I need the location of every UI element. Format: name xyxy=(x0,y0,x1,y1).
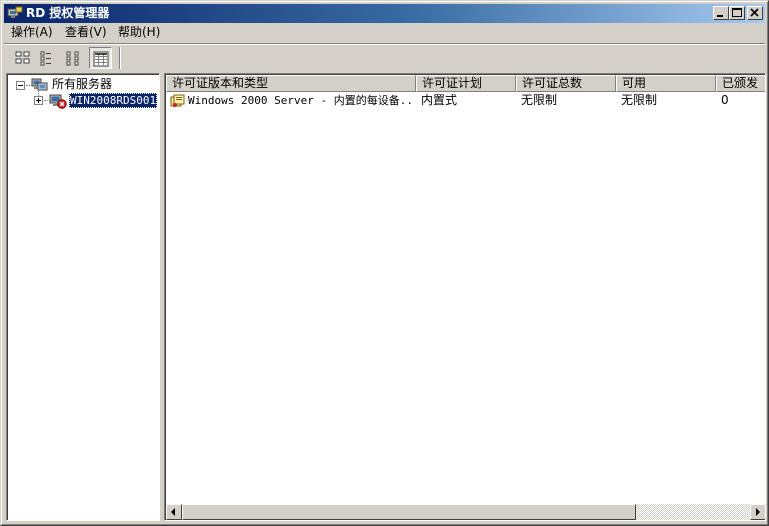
license-pack-icon xyxy=(170,94,185,107)
column-header-license[interactable]: 许可证版本和类型 xyxy=(166,75,416,92)
server-tree-pane[interactable]: 所有服务器 WIN2008RDS001 xyxy=(6,73,160,521)
close-button[interactable] xyxy=(747,6,763,20)
license-list-pane[interactable]: 许可证版本和类型 许可证计划 许可证总数 可用 已颁发 Windows 2000… xyxy=(164,73,766,521)
menu-view[interactable]: 查看(V) xyxy=(65,25,107,40)
column-header-total[interactable]: 许可证总数 xyxy=(516,75,616,92)
close-icon xyxy=(750,8,759,17)
tree-item-all-servers[interactable]: 所有服务器 xyxy=(52,77,112,92)
minimize-icon xyxy=(717,15,723,17)
small-icons-icon xyxy=(40,51,51,66)
scroll-track[interactable] xyxy=(636,504,750,520)
rd-licensing-manager-window: RD 授权管理器 操作(A) 查看(V) 帮助(H) 所有服务器 WIN2008… xyxy=(0,0,769,526)
cell-available: 无限制 xyxy=(621,93,658,107)
tree-item-server[interactable]: WIN2008RDS001 xyxy=(69,93,158,108)
details-view-button[interactable] xyxy=(89,47,112,69)
large-icons-button[interactable] xyxy=(12,47,35,69)
column-header-plan[interactable]: 许可证计划 xyxy=(416,75,516,92)
table-row[interactable]: Windows 2000 Server - 内置的每设备... 内置式 无限制 … xyxy=(166,92,765,109)
cell-license: Windows 2000 Server - 内置的每设备... xyxy=(188,94,414,107)
details-icon xyxy=(93,51,109,67)
horizontal-scrollbar[interactable] xyxy=(166,504,765,520)
arrow-right-icon xyxy=(756,508,760,516)
tree-collapse-toggle[interactable] xyxy=(16,81,25,90)
cell-plan: 内置式 xyxy=(421,93,458,107)
toolbar-divider xyxy=(119,47,121,69)
small-icons-button[interactable] xyxy=(37,47,60,69)
arrow-left-icon xyxy=(171,508,175,516)
cell-total: 无限制 xyxy=(521,93,558,107)
column-header-issued[interactable]: 已颁发 xyxy=(716,75,765,92)
list-header: 许可证版本和类型 许可证计划 许可证总数 可用 已颁发 xyxy=(166,75,765,92)
scroll-right-button[interactable] xyxy=(750,504,765,520)
list-view-button[interactable] xyxy=(63,47,86,69)
server-error-icon xyxy=(49,94,67,109)
cell-issued: 0 xyxy=(721,93,729,107)
scroll-thumb[interactable] xyxy=(182,504,636,520)
list-icon xyxy=(66,51,79,66)
toolbar xyxy=(4,45,765,71)
large-icons-icon xyxy=(15,51,30,64)
app-icon xyxy=(7,6,23,18)
scroll-left-button[interactable] xyxy=(166,504,182,520)
menu-action[interactable]: 操作(A) xyxy=(11,25,53,40)
title-bar[interactable]: RD 授权管理器 xyxy=(4,4,765,23)
menu-help[interactable]: 帮助(H) xyxy=(118,25,160,40)
maximize-icon xyxy=(732,8,742,17)
column-header-available[interactable]: 可用 xyxy=(616,75,716,92)
all-servers-icon xyxy=(31,78,48,91)
maximize-button[interactable] xyxy=(729,6,745,20)
window-title: RD 授权管理器 xyxy=(26,6,110,20)
menu-bar: 操作(A) 查看(V) 帮助(H) xyxy=(4,23,765,42)
tree-expand-toggle[interactable] xyxy=(34,96,43,105)
minimize-button[interactable] xyxy=(713,6,729,20)
